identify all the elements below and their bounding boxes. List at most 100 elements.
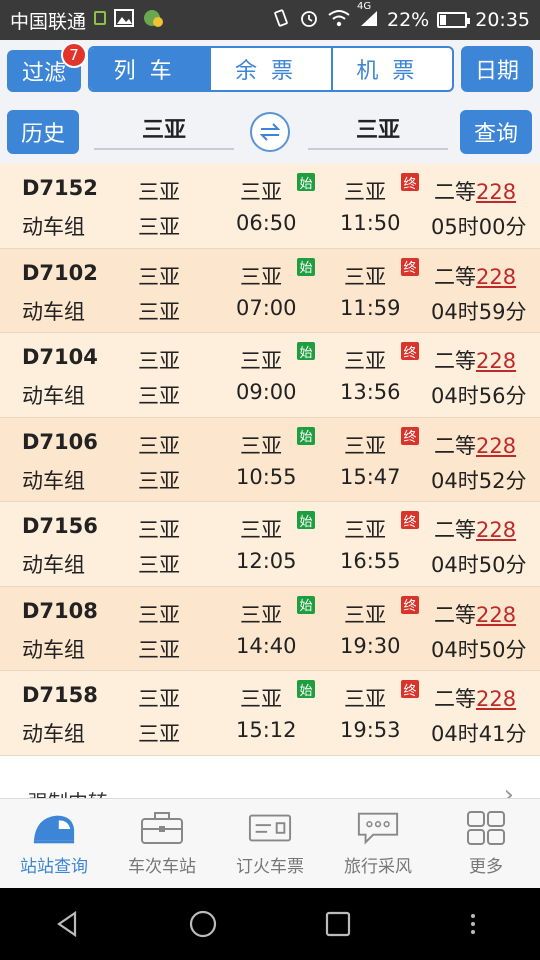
filter-button[interactable]: 过滤 7	[7, 42, 87, 92]
battery-percent: 22%	[387, 9, 430, 31]
search-header: 过滤 7 列车 余票 机票 日期 历史 三亚 三亚 查询	[0, 40, 540, 164]
ticket-price[interactable]: 228	[476, 518, 516, 542]
nav-train-station[interactable]: 车次车站	[108, 799, 216, 888]
departure-station: 三亚	[240, 518, 282, 542]
train-row[interactable]: D7102 动车组 三亚 三亚 三亚 07:00 三亚 11:59 04时59分 二等228 始终	[0, 248, 540, 333]
departure-station: 三亚	[240, 433, 282, 458]
seat-price: 二等228	[434, 514, 516, 544]
back-icon[interactable]	[38, 894, 98, 954]
swap-icon	[259, 123, 281, 141]
train-row[interactable]: D7108 动车组 三亚 三亚 三亚 14:40 三亚 19:30 04时50分 二等228 始终	[0, 586, 540, 671]
home-icon[interactable]	[173, 894, 233, 954]
app-icon	[142, 8, 164, 33]
train-type: 动车组	[22, 637, 85, 662]
terminal-tag: 终	[401, 680, 419, 699]
network-type: 4G	[357, 0, 372, 12]
arrival-time: 11:59	[340, 295, 401, 320]
image-icon	[114, 8, 135, 32]
seat-price: 二等228	[434, 430, 516, 460]
arrival-station: 三亚	[344, 349, 386, 373]
ticket-price[interactable]: 228	[476, 265, 516, 289]
arrival-station: 三亚	[344, 433, 386, 458]
departure-time: 10:55	[236, 464, 297, 489]
seat-class: 二等	[434, 602, 476, 627]
origin-tag: 始	[297, 257, 315, 276]
departure-time: 12:05	[236, 549, 297, 573]
ticket-price[interactable]: 228	[476, 603, 516, 627]
nav-label: 车次车站	[128, 857, 196, 877]
ticket-price[interactable]: 228	[476, 180, 516, 204]
nav-more[interactable]: 更多	[432, 799, 540, 888]
origin-station: 三亚	[138, 180, 180, 204]
to-station-field[interactable]: 三亚	[308, 108, 448, 150]
nav-label: 订火车票	[236, 857, 304, 877]
train-row[interactable]: D7152 动车组 三亚 三亚 三亚 06:50 三亚 11:50 05时00分 二等228 始终	[0, 164, 540, 249]
history-button[interactable]: 历史	[7, 110, 79, 154]
tab-trains[interactable]: 列车	[90, 48, 210, 90]
chat-bubble-icon	[356, 810, 400, 846]
terminal-tag: 终	[401, 342, 419, 361]
train-row[interactable]: D7158 动车组 三亚 三亚 三亚 15:12 三亚 19:53 04时41分 二等228 始终	[0, 671, 540, 756]
tab-flight-tickets[interactable]: 机票	[330, 48, 452, 90]
ticket-price[interactable]: 228	[476, 434, 516, 458]
train-number: D7156	[22, 514, 98, 538]
arrival-station: 三亚	[344, 602, 386, 627]
train-number: D7102	[22, 260, 98, 285]
terminal-tag: 终	[401, 426, 419, 445]
arrival-station: 三亚	[344, 518, 386, 542]
origin-station: 三亚	[138, 518, 180, 542]
train-type: 动车组	[22, 215, 85, 239]
train-number: D7158	[22, 683, 98, 707]
departure-time: 09:00	[236, 380, 297, 404]
duration: 04时50分	[431, 553, 527, 577]
seat-price: 二等228	[434, 261, 516, 291]
mode-tabs: 列车 余票 机票	[88, 46, 454, 92]
departure-station: 三亚	[240, 349, 282, 373]
recent-apps-icon[interactable]	[308, 894, 368, 954]
from-station-field[interactable]: 三亚	[94, 108, 234, 150]
ticket-price[interactable]: 228	[476, 687, 516, 711]
seat-price: 二等228	[434, 599, 516, 629]
overflow-menu-icon[interactable]	[443, 894, 503, 954]
departure-time: 06:50	[236, 211, 297, 235]
tab-remaining-tickets[interactable]: 余票	[209, 48, 330, 90]
nav-station-query[interactable]: 站站查询	[0, 799, 108, 888]
train-icon	[32, 810, 76, 846]
alarm-icon	[299, 8, 319, 33]
swap-stations-button[interactable]	[250, 112, 290, 152]
train-list: D7152 动车组 三亚 三亚 三亚 06:50 三亚 11:50 05时00分 二等228 始终 D…	[0, 164, 540, 756]
grid-icon	[464, 810, 508, 846]
train-type: 动车组	[22, 722, 85, 746]
nav-book-ticket[interactable]: 订火车票	[216, 799, 324, 888]
query-button[interactable]: 查询	[460, 110, 532, 154]
seat-class: 二等	[434, 264, 476, 289]
duration: 04时56分	[431, 384, 527, 408]
arrival-time: 15:47	[340, 464, 401, 489]
arrival-station: 三亚	[344, 180, 386, 204]
duration: 04时52分	[431, 468, 527, 493]
train-row[interactable]: D7104 动车组 三亚 三亚 三亚 09:00 三亚 13:56 04时56分 二等228 始终	[0, 333, 540, 418]
ticket-price[interactable]: 228	[476, 349, 516, 373]
seat-price: 二等228	[434, 683, 516, 713]
train-type: 动车组	[22, 299, 85, 324]
train-row[interactable]: D7156 动车组 三亚 三亚 三亚 12:05 三亚 16:55 04时50分 二等228 始终	[0, 502, 540, 587]
seat-class: 二等	[434, 180, 476, 204]
origin-tag: 始	[297, 173, 315, 192]
date-button[interactable]: 日期	[461, 46, 533, 92]
wifi-icon	[327, 9, 351, 32]
arrival-time: 19:30	[340, 633, 401, 658]
ticket-icon	[248, 810, 292, 846]
train-row[interactable]: D7106 动车组 三亚 三亚 三亚 10:55 三亚 15:47 04时52分 二等228 始终	[0, 417, 540, 502]
duration: 05时00分	[431, 215, 527, 239]
nav-travel-blog[interactable]: 旅行采风	[324, 799, 432, 888]
forced-transfer-row[interactable]: 强制中转 ›	[0, 756, 540, 798]
filter-badge: 7	[61, 42, 87, 68]
train-number: D7106	[22, 429, 98, 454]
seat-class: 二等	[434, 687, 476, 711]
battery-icon	[437, 12, 471, 28]
terminal-tag: 终	[401, 511, 419, 530]
origin-station-repeat: 三亚	[138, 553, 180, 577]
train-type: 动车组	[22, 468, 85, 493]
origin-station-repeat: 三亚	[138, 384, 180, 408]
origin-station-repeat: 三亚	[138, 722, 180, 746]
